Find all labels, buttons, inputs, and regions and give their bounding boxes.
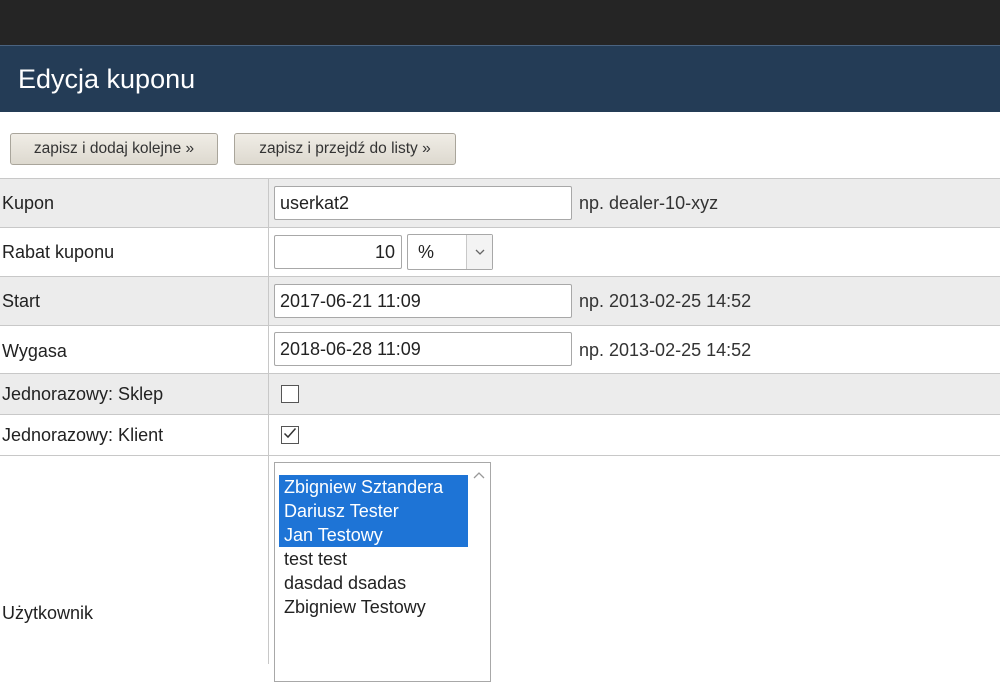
wygasa-input[interactable] — [274, 332, 572, 366]
save-and-go-to-list-button[interactable]: zapisz i przejdź do listy » — [234, 133, 456, 165]
list-item[interactable]: Dariusz Tester — [279, 499, 468, 523]
jednorazowy-sklep-checkbox[interactable] — [281, 385, 299, 403]
form-row-kupon: Kupon np. dealer-10-xyz — [0, 178, 1000, 227]
top-bar — [0, 0, 1000, 45]
save-and-add-button[interactable]: zapisz i dodaj kolejne » — [10, 133, 218, 165]
chevron-up-icon[interactable] — [472, 469, 486, 481]
form-row-start: Start np. 2013-02-25 14:52 — [0, 276, 1000, 325]
list-item[interactable]: Zbigniew Sztandera — [279, 475, 468, 499]
rabat-value-input[interactable] — [274, 235, 402, 269]
page-header: Edycja kuponu — [0, 45, 1000, 112]
start-label: Start — [2, 291, 41, 311]
wygasa-label: Wygasa — [2, 341, 67, 361]
column-divider — [268, 456, 269, 664]
chevron-down-icon — [466, 235, 492, 269]
list-item[interactable]: Jan Testowy — [279, 523, 468, 547]
list-item[interactable]: test test — [279, 547, 468, 571]
uzytkownik-label: Użytkownik — [2, 603, 94, 623]
start-input[interactable] — [274, 284, 572, 318]
form-row-jednorazowy-klient: Jednorazowy: Klient — [0, 414, 1000, 455]
column-divider — [268, 415, 269, 455]
list-item[interactable]: dasdad dsadas — [279, 571, 468, 595]
wygasa-hint: np. 2013-02-25 14:52 — [579, 340, 752, 360]
toolbar: zapisz i dodaj kolejne » zapisz i przejd… — [0, 112, 1000, 178]
page-title: Edycja kuponu — [18, 64, 196, 94]
form-row-rabat: Rabat kuponu % — [0, 227, 1000, 276]
rabat-unit-value: % — [418, 242, 435, 262]
form-row-uzytkownik: Użytkownik Zbigniew Sztandera Dariusz Te… — [0, 455, 1000, 682]
rabat-label: Rabat kuponu — [2, 242, 115, 262]
column-divider — [268, 374, 269, 414]
form-row-wygasa: Wygasa np. 2013-02-25 14:52 — [0, 325, 1000, 373]
rabat-unit-select[interactable]: % — [407, 234, 493, 270]
kupon-input[interactable] — [274, 186, 572, 220]
column-divider — [268, 277, 269, 325]
column-divider — [268, 326, 269, 373]
jednorazowy-klient-label: Jednorazowy: Klient — [2, 425, 164, 445]
start-hint: np. 2013-02-25 14:52 — [579, 291, 752, 311]
list-item[interactable]: Zbigniew Testowy — [279, 595, 468, 619]
jednorazowy-sklep-label: Jednorazowy: Sklep — [2, 384, 164, 404]
jednorazowy-klient-checkbox[interactable] — [281, 426, 299, 444]
check-icon — [283, 426, 297, 444]
column-divider — [268, 228, 269, 276]
form-row-jednorazowy-sklep: Jednorazowy: Sklep — [0, 373, 1000, 414]
column-divider — [268, 179, 269, 227]
kupon-hint: np. dealer-10-xyz — [579, 193, 719, 213]
uzytkownik-multiselect[interactable]: Zbigniew Sztandera Dariusz Tester Jan Te… — [274, 462, 491, 682]
kupon-label: Kupon — [2, 193, 55, 213]
